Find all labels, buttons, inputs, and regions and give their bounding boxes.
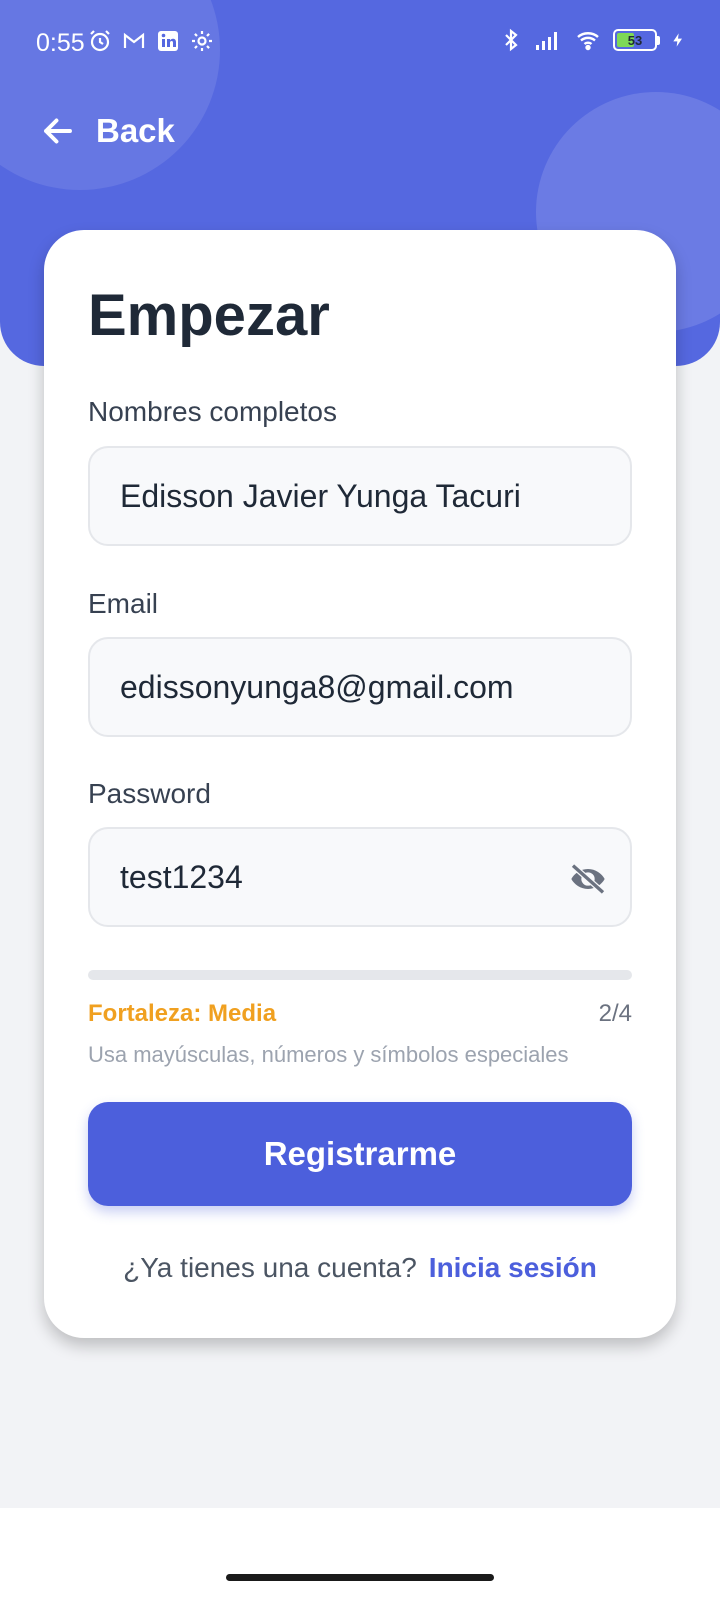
full-name-value: Edisson Javier Yunga Tacuri xyxy=(120,477,521,514)
password-strength-bar xyxy=(88,970,632,980)
register-button[interactable]: Registrarme xyxy=(88,1102,632,1206)
notification-icons xyxy=(88,29,214,53)
page-title: Empezar xyxy=(88,283,330,348)
password-label: Password xyxy=(88,778,211,809)
arrow-left-icon xyxy=(44,118,72,144)
back-button[interactable]: Back xyxy=(40,112,175,150)
email-label: Email xyxy=(88,588,159,619)
status-bar: 0:55 53 xyxy=(0,0,720,84)
name-label: Nombres completos xyxy=(88,396,337,427)
bluetooth-icon xyxy=(505,28,518,52)
linkedin-icon xyxy=(158,31,178,51)
strength-score: 2/4 xyxy=(598,1000,632,1027)
battery-icon: 53 xyxy=(613,29,657,51)
status-time: 0:55 xyxy=(36,29,85,57)
eye-off-icon[interactable] xyxy=(568,859,608,899)
charging-icon xyxy=(673,33,682,47)
back-label: Back xyxy=(96,112,175,149)
password-value: test1234 xyxy=(120,858,243,895)
login-prompt: ¿Ya tienes una cuenta? xyxy=(123,1252,417,1283)
full-name-input[interactable]: Edisson Javier Yunga Tacuri xyxy=(88,446,632,546)
gmail-icon xyxy=(123,32,145,48)
email-value: edissonyunga8@gmail.com xyxy=(120,668,514,705)
system-icons: 53 xyxy=(499,28,686,52)
strength-hint: Usa mayúsculas, números y símbolos espec… xyxy=(88,1042,569,1067)
battery-cap xyxy=(657,35,660,45)
login-prompt-row: ¿Ya tienes una cuenta? Inicia sesión xyxy=(44,1252,676,1284)
signal-icon xyxy=(536,32,557,50)
navigation-bar-area xyxy=(0,1508,720,1600)
home-gesture-handle[interactable] xyxy=(226,1574,494,1581)
password-strength-fill xyxy=(88,970,632,980)
alarm-icon xyxy=(90,30,110,52)
password-input[interactable]: test1234 xyxy=(88,827,632,927)
email-input[interactable]: edissonyunga8@gmail.com xyxy=(88,637,632,737)
battery-percent: 53 xyxy=(627,32,643,48)
register-card: Empezar Nombres completos Edisson Javier… xyxy=(44,230,676,1338)
settings-icon xyxy=(192,31,212,51)
strength-label: Fortaleza: Media xyxy=(88,1000,277,1027)
wifi-icon xyxy=(577,32,599,51)
login-link[interactable]: Inicia sesión xyxy=(429,1252,597,1283)
